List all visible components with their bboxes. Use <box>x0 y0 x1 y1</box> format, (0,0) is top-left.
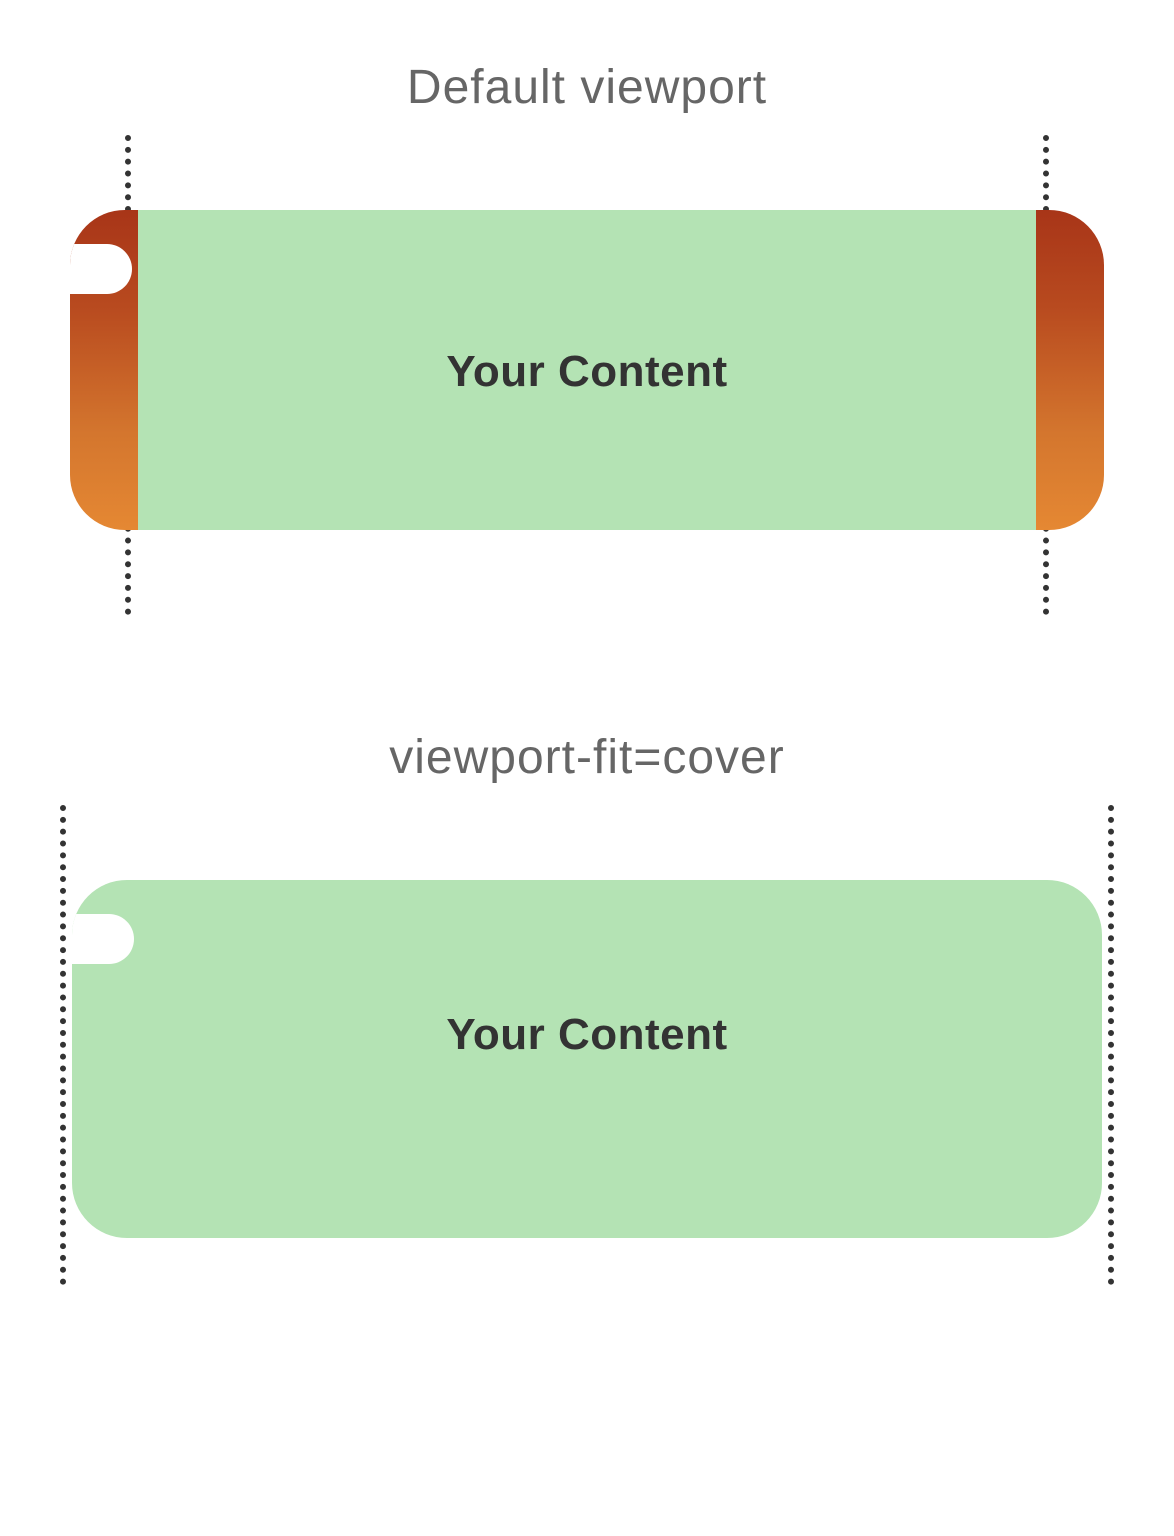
content-label-default: Your Content <box>446 347 727 397</box>
diagram-title-cover: viewport-fit=cover <box>0 730 1174 785</box>
cover-viewport-diagram: viewport-fit=cover Your Content <box>0 730 1174 1280</box>
diagram-area-cover: Your Content <box>0 805 1174 1285</box>
diagram-title-default: Default viewport <box>0 60 1174 115</box>
phone-notch-icon <box>72 914 134 964</box>
content-area-default: Your Content <box>138 210 1036 530</box>
phone-frame-default: Your Content <box>70 210 1104 530</box>
phone-notch-icon <box>70 244 132 294</box>
content-label-cover: Your Content <box>72 1010 1102 1060</box>
viewport-boundary-left <box>60 805 66 1285</box>
diagram-area-default: Your Content <box>0 135 1174 615</box>
default-viewport-diagram: Default viewport Your Content <box>0 60 1174 610</box>
phone-frame-cover: Your Content <box>72 880 1102 1238</box>
viewport-boundary-right <box>1108 805 1114 1285</box>
